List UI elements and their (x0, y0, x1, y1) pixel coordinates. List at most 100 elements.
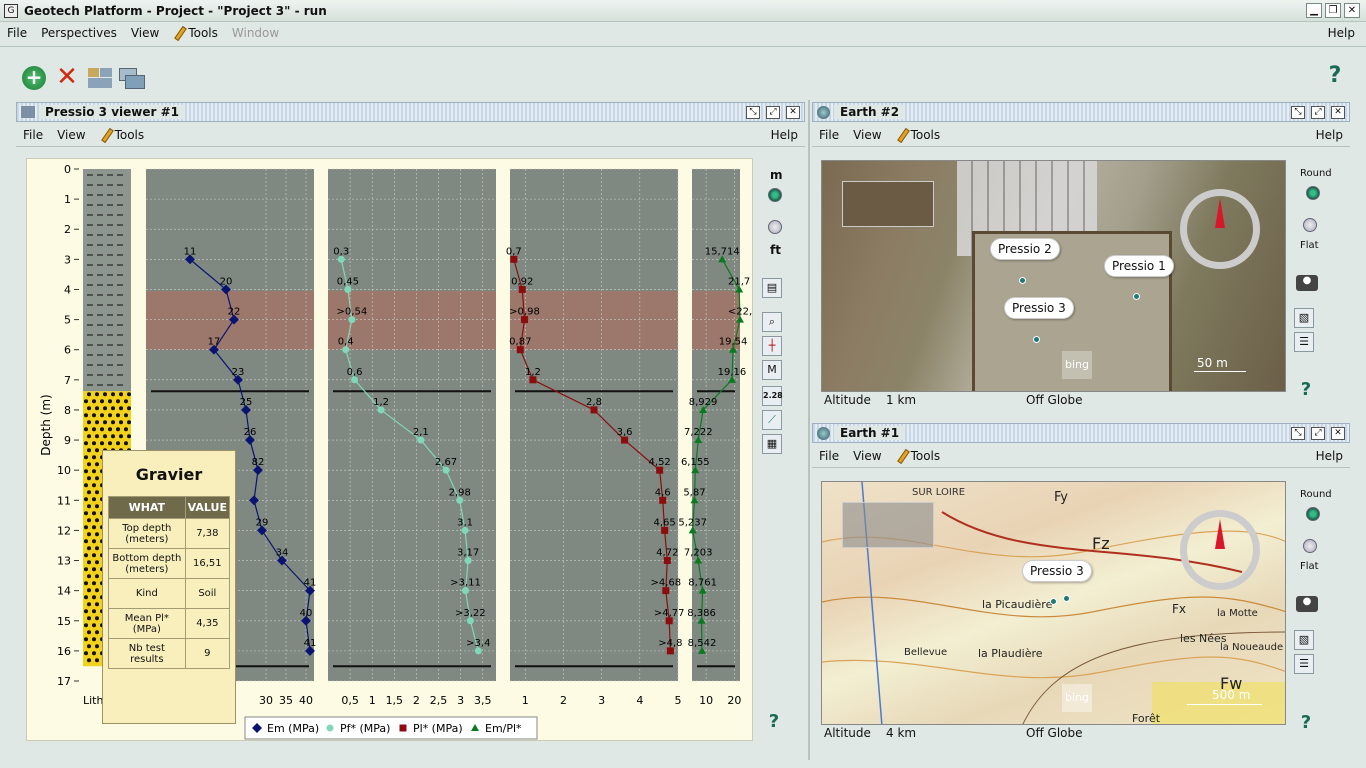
compass-control[interactable] (1180, 189, 1260, 269)
print-button[interactable]: ▤ (762, 278, 782, 298)
panel-maximize-button[interactable]: ⤢ (1311, 426, 1325, 440)
earth2-help-button[interactable]: ? (1295, 380, 1317, 400)
panel-maximize-button[interactable]: ⤢ (1311, 105, 1325, 119)
panel-close-button[interactable]: ✕ (1331, 105, 1345, 119)
global-help-button[interactable]: ? (1322, 63, 1348, 92)
unit-ft-radio[interactable] (768, 220, 782, 234)
crosshair-button[interactable]: ┼ (762, 336, 782, 356)
world-overview-map[interactable] (842, 181, 934, 227)
pressio-panel-header: Pressio 3 viewer #1 ⤡ ⤢ ✕ (16, 102, 805, 122)
compass-control[interactable] (1180, 510, 1260, 590)
earth2-menu-tools[interactable]: Tools (889, 128, 948, 142)
zoom-button[interactable]: ⌕ (762, 312, 782, 332)
flat-radio[interactable] (1303, 218, 1317, 232)
pressio-menu-help[interactable]: Help (764, 128, 805, 142)
delete-icon: ✕ (56, 62, 78, 92)
round-radio[interactable] (1306, 507, 1320, 521)
list-button[interactable]: ☰ (1294, 332, 1314, 352)
pressio-help-button[interactable]: ? (763, 712, 785, 732)
earth1-help-button[interactable]: ? (1295, 713, 1317, 733)
pressio-menu-file[interactable]: File (16, 128, 50, 142)
menu-tools[interactable]: Tools (166, 26, 225, 40)
split-divider[interactable] (808, 100, 810, 760)
viewer-icon (21, 106, 35, 118)
earth2-menu-file[interactable]: File (812, 128, 846, 142)
layers-icon: ▧ (1298, 311, 1310, 324)
data-label: 41 (304, 638, 317, 649)
help-icon: ? (1328, 63, 1342, 88)
marker-pressio-3[interactable] (1050, 598, 1057, 605)
menu-perspectives[interactable]: Perspectives (34, 26, 124, 40)
tooltip-what: Bottom depth (meters) (108, 548, 186, 579)
gravel-dot (92, 553, 96, 558)
layout-button[interactable] (88, 68, 112, 88)
screenshot-button[interactable]: ● (1296, 596, 1318, 612)
menu-help[interactable]: Help (1321, 26, 1362, 40)
layers-button[interactable]: ▧ (1294, 308, 1314, 328)
marker-label-pressio-2[interactable]: Pressio 2 (990, 238, 1060, 260)
gravel-dot (84, 637, 88, 642)
add-button[interactable]: + (22, 66, 46, 90)
help-icon: ? (1300, 712, 1312, 733)
menu-file[interactable]: File (0, 26, 34, 40)
value-label-button[interactable]: 2.28 (762, 386, 783, 406)
marker-m-button[interactable]: M (762, 360, 782, 380)
pressio-menu-view[interactable]: View (50, 128, 92, 142)
gravel-dot (84, 595, 88, 600)
marker-label-pressio-3[interactable]: Pressio 3 (1004, 297, 1074, 319)
marker-label-pressio-3[interactable]: Pressio 3 (1022, 560, 1092, 582)
legend-marker (326, 724, 334, 732)
depth-axis-label: Depth (m) (39, 394, 53, 455)
panel-minimize-button[interactable]: ⤡ (1291, 105, 1305, 119)
track-plot-area (328, 169, 496, 681)
close-button[interactable]: ✕ (1344, 3, 1360, 18)
panel-close-button[interactable]: ✕ (786, 105, 800, 119)
earth2-map-view[interactable]: Pressio 2 Pressio 1 Pressio 3 bing 50 m (821, 160, 1286, 392)
grid-button[interactable]: ▦ (762, 434, 782, 454)
earth1-menu-tools[interactable]: Tools (889, 449, 948, 463)
minimize-button[interactable]: ▁ (1306, 3, 1322, 18)
delete-button[interactable]: ✕ (54, 64, 80, 90)
pressio-menu-tools[interactable]: Tools (93, 128, 152, 142)
panel-minimize-button[interactable]: ⤡ (746, 105, 760, 119)
earth1-menu-file[interactable]: File (812, 449, 846, 463)
maximize-button[interactable]: ❐ (1325, 3, 1341, 18)
menu-view[interactable]: View (124, 26, 166, 40)
world-overview-map[interactable] (842, 502, 934, 548)
cascade-button[interactable] (119, 68, 145, 90)
marker-pressio-1[interactable] (1133, 293, 1140, 300)
gravel-dot (92, 399, 96, 404)
gravel-dot (92, 427, 96, 432)
panel-maximize-button[interactable]: ⤢ (766, 105, 780, 119)
round-radio[interactable] (1306, 186, 1320, 200)
help-icon: ? (768, 711, 780, 732)
gravel-dot (95, 630, 99, 635)
tooltip-value: 9 (184, 638, 231, 669)
data-label: 8,386 (687, 608, 716, 619)
data-label: 3,17 (457, 548, 479, 559)
earth2-menu-help[interactable]: Help (1309, 128, 1350, 142)
marker-label-pressio-1[interactable]: Pressio 1 (1104, 255, 1174, 277)
map-label-noueaude: la Noueaude (1220, 642, 1284, 653)
gravel-dot (111, 392, 115, 397)
marker-pressio-2[interactable] (1019, 277, 1026, 284)
gravel-dot (92, 595, 96, 600)
marker-pressio[interactable] (1063, 595, 1070, 602)
list-button[interactable]: ☰ (1294, 654, 1314, 674)
earth1-menu-help[interactable]: Help (1309, 449, 1350, 463)
panel-close-button[interactable]: ✕ (1331, 426, 1345, 440)
flat-radio[interactable] (1303, 539, 1317, 553)
gravel-dot (84, 651, 88, 656)
screenshot-button[interactable]: ● (1296, 275, 1318, 291)
earth2-menu-view[interactable]: View (846, 128, 888, 142)
data-label: 6,155 (681, 457, 710, 468)
data-label: 41 (304, 578, 317, 589)
unit-m-radio[interactable] (768, 188, 782, 202)
layers-button[interactable]: ▧ (1294, 630, 1314, 650)
curve-button[interactable]: ⟋ (762, 410, 782, 430)
earth1-map-view[interactable]: SUR LOIRE Fy Fz Fx Fw la Picaudière la P… (821, 481, 1286, 725)
gravel-dot (95, 532, 99, 537)
marker-pressio-3[interactable] (1033, 336, 1040, 343)
earth1-menu-view[interactable]: View (846, 449, 888, 463)
panel-minimize-button[interactable]: ⤡ (1291, 426, 1305, 440)
